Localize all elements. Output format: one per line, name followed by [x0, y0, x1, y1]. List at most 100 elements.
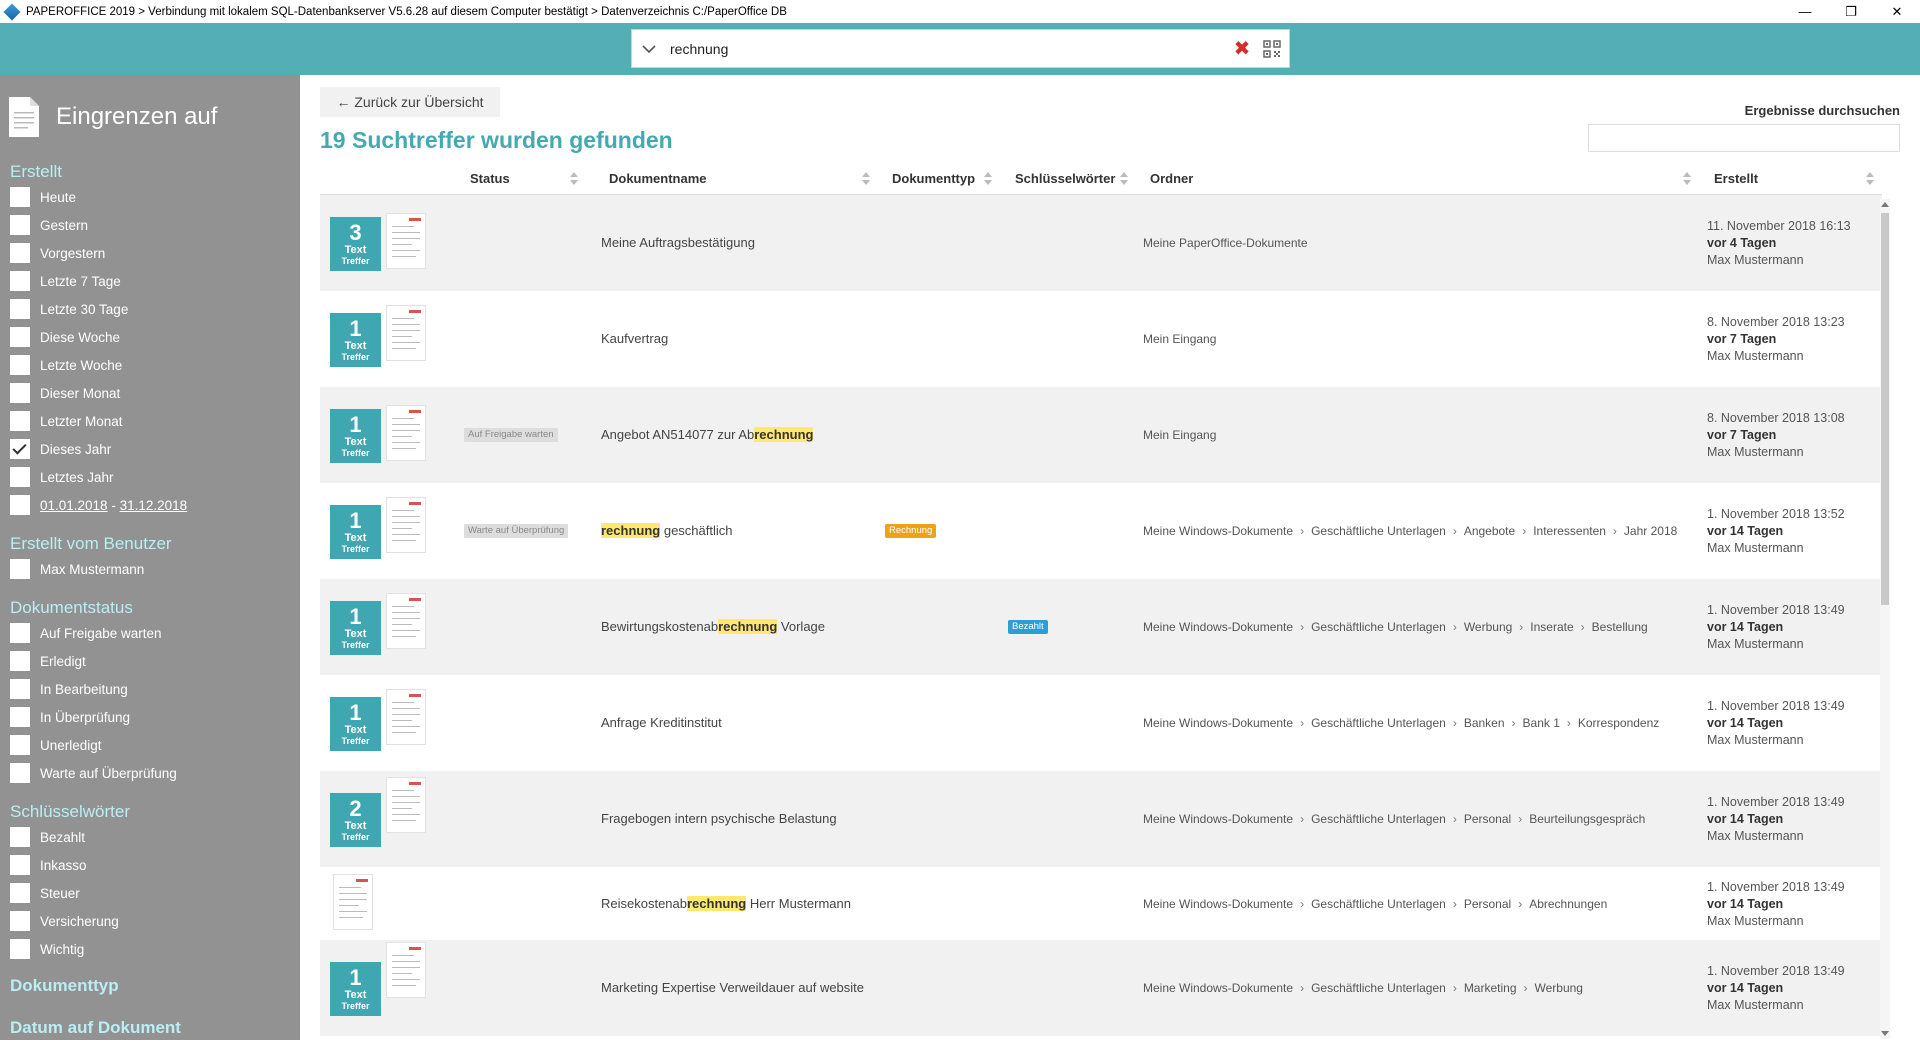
document-thumbnail[interactable] [386, 942, 426, 998]
folder-segment[interactable]: Korrespondenz [1578, 716, 1659, 730]
filter-checkbox[interactable] [10, 495, 30, 515]
document-name[interactable]: Kaufvertrag [601, 331, 668, 346]
folder-segment[interactable]: Marketing [1464, 981, 1517, 995]
scroll-down-icon[interactable] [1881, 1031, 1889, 1036]
folder-segment[interactable]: Geschäftliche Unterlagen [1311, 812, 1446, 826]
filter-checkbox[interactable] [10, 355, 30, 375]
filter-option[interactable]: Wichtig [0, 935, 300, 963]
folder-segment[interactable]: Interessenten [1533, 524, 1606, 538]
folder-segment[interactable]: Geschäftliche Unterlagen [1311, 620, 1446, 634]
filter-checkbox[interactable] [10, 439, 30, 459]
column-header-keywords[interactable]: Schlüsselwörter [1015, 163, 1115, 195]
filter-checkbox[interactable] [10, 383, 30, 403]
folder-segment[interactable]: Geschäftliche Unterlagen [1311, 716, 1446, 730]
filter-option[interactable]: Letzte Woche [0, 351, 300, 379]
document-name[interactable]: Marketing Expertise Verweildauer auf web… [601, 980, 864, 995]
filter-option[interactable]: Letzte 7 Tage [0, 267, 300, 295]
filter-option[interactable]: Bezahlt [0, 823, 300, 851]
filter-option[interactable]: Warte auf Überprüfung [0, 759, 300, 787]
filter-checkbox[interactable] [10, 411, 30, 431]
filter-checkbox[interactable] [10, 559, 30, 579]
filter-option[interactable]: Versicherung [0, 907, 300, 935]
sort-folder-icon[interactable] [1683, 172, 1691, 186]
folder-segment[interactable]: Meine Windows-Dokumente [1143, 812, 1293, 826]
filter-option[interactable]: Letzter Monat [0, 407, 300, 435]
column-header-type[interactable]: Dokumenttyp [892, 163, 975, 195]
column-header-name[interactable]: Dokumentname [609, 163, 707, 195]
filter-option[interactable]: Dieser Monat [0, 379, 300, 407]
sort-keywords-icon[interactable] [1120, 172, 1128, 186]
filter-section-collapsed[interactable]: Dokumenttyp [0, 967, 300, 1005]
document-thumbnail[interactable] [386, 777, 426, 833]
folder-segment[interactable]: Meine Windows-Dokumente [1143, 620, 1293, 634]
filter-checkbox[interactable] [10, 883, 30, 903]
filter-section-collapsed[interactable]: Datum auf Dokument [0, 1009, 300, 1047]
document-thumbnail[interactable] [386, 593, 426, 649]
folder-segment[interactable]: Inserate [1530, 620, 1573, 634]
sort-status-icon[interactable] [570, 172, 578, 186]
folder-segment[interactable]: Geschäftliche Unterlagen [1311, 524, 1446, 538]
folder-segment[interactable]: Mein Eingang [1143, 428, 1216, 442]
folder-segment[interactable]: Banken [1464, 716, 1505, 730]
table-row[interactable]: 1 Text Treffer Auf Freigabe warten Angebo… [320, 387, 1882, 483]
filter-checkbox[interactable] [10, 679, 30, 699]
folder-segment[interactable]: Bestellung [1592, 620, 1648, 634]
sort-type-icon[interactable] [984, 172, 992, 186]
filter-checkbox[interactable] [10, 735, 30, 755]
filter-checkbox[interactable] [10, 271, 30, 291]
filter-option[interactable]: Dieses Jahr [0, 435, 300, 463]
table-row[interactable]: Reisekostenabrechnung Herr Mustermann Mei… [320, 867, 1882, 940]
vertical-scrollbar[interactable] [1880, 199, 1890, 1039]
filter-option[interactable]: Unerledigt [0, 731, 300, 759]
filter-checkbox[interactable] [10, 651, 30, 671]
document-name[interactable]: Bewirtungskostenabrechnung Vorlage [601, 619, 825, 634]
filter-option[interactable]: Inkasso [0, 851, 300, 879]
filter-checkbox[interactable] [10, 939, 30, 959]
document-name[interactable]: Reisekostenabrechnung Herr Mustermann [601, 895, 851, 911]
document-thumbnail[interactable] [386, 305, 426, 361]
table-row[interactable]: 1 Text Treffer Marketing Expertise Verwe… [320, 940, 1882, 1036]
filter-option[interactable]: Letztes Jahr [0, 463, 300, 491]
document-name[interactable]: Angebot AN514077 zur Abrechnung [601, 427, 814, 442]
clear-search-icon[interactable]: ✖ [1229, 36, 1255, 62]
document-name[interactable]: Fragebogen intern psychische Belastung [601, 811, 837, 826]
document-name[interactable]: rechnung geschäftlich [601, 523, 733, 538]
filter-checkbox[interactable] [10, 327, 30, 347]
column-header-folder[interactable]: Ordner [1150, 163, 1193, 195]
back-to-overview-button[interactable]: ← Zurück zur Übersicht [320, 87, 500, 117]
folder-segment[interactable]: Werbung [1535, 981, 1583, 995]
table-row[interactable]: 1 Text Treffer Warte auf Überprüfung rech… [320, 483, 1882, 579]
filter-checkbox[interactable] [10, 911, 30, 931]
folder-segment[interactable]: Meine Windows-Dokumente [1143, 716, 1293, 730]
document-name[interactable]: Meine Auftragsbestätigung [601, 235, 755, 250]
folder-segment[interactable]: Personal [1464, 812, 1511, 826]
folder-segment[interactable]: Meine Windows-Dokumente [1143, 897, 1293, 911]
filter-option[interactable]: In Bearbeitung [0, 675, 300, 703]
folder-segment[interactable]: Angebote [1464, 524, 1515, 538]
column-header-status[interactable]: Status [470, 163, 510, 195]
document-name[interactable]: Anfrage Kreditinstitut [601, 715, 722, 730]
filter-checkbox[interactable] [10, 855, 30, 875]
table-row[interactable]: 1 Text Treffer Anfrage Kreditinstitut Mei… [320, 675, 1882, 771]
qr-code-icon[interactable] [1255, 36, 1289, 62]
filter-option[interactable]: Diese Woche [0, 323, 300, 351]
filter-checkbox[interactable] [10, 763, 30, 783]
date-range-to[interactable]: 31.12.2018 [120, 498, 188, 513]
filter-checkbox[interactable] [10, 623, 30, 643]
document-thumbnail[interactable] [386, 497, 426, 553]
close-button[interactable]: ✕ [1874, 0, 1920, 23]
search-input[interactable] [666, 40, 1229, 57]
document-thumbnail[interactable] [386, 213, 426, 269]
table-row[interactable]: 3 Text Treffer Meine Auftragsbestätigung… [320, 195, 1882, 291]
scrollbar-thumb[interactable] [1881, 213, 1889, 605]
folder-segment[interactable]: Meine Windows-Dokumente [1143, 524, 1293, 538]
filter-checkbox[interactable] [10, 187, 30, 207]
folder-segment[interactable]: Jahr 2018 [1624, 524, 1677, 538]
filter-checkbox[interactable] [10, 299, 30, 319]
document-thumbnail[interactable] [386, 689, 426, 745]
table-row[interactable]: 2 Text Treffer Fragebogen intern psychis… [320, 771, 1882, 867]
document-thumbnail[interactable] [386, 405, 426, 461]
document-thumbnail[interactable] [333, 873, 373, 930]
table-row[interactable]: 1 Text Treffer Bewirtungskostenabrechnun… [320, 579, 1882, 675]
scroll-up-icon[interactable] [1881, 202, 1889, 207]
